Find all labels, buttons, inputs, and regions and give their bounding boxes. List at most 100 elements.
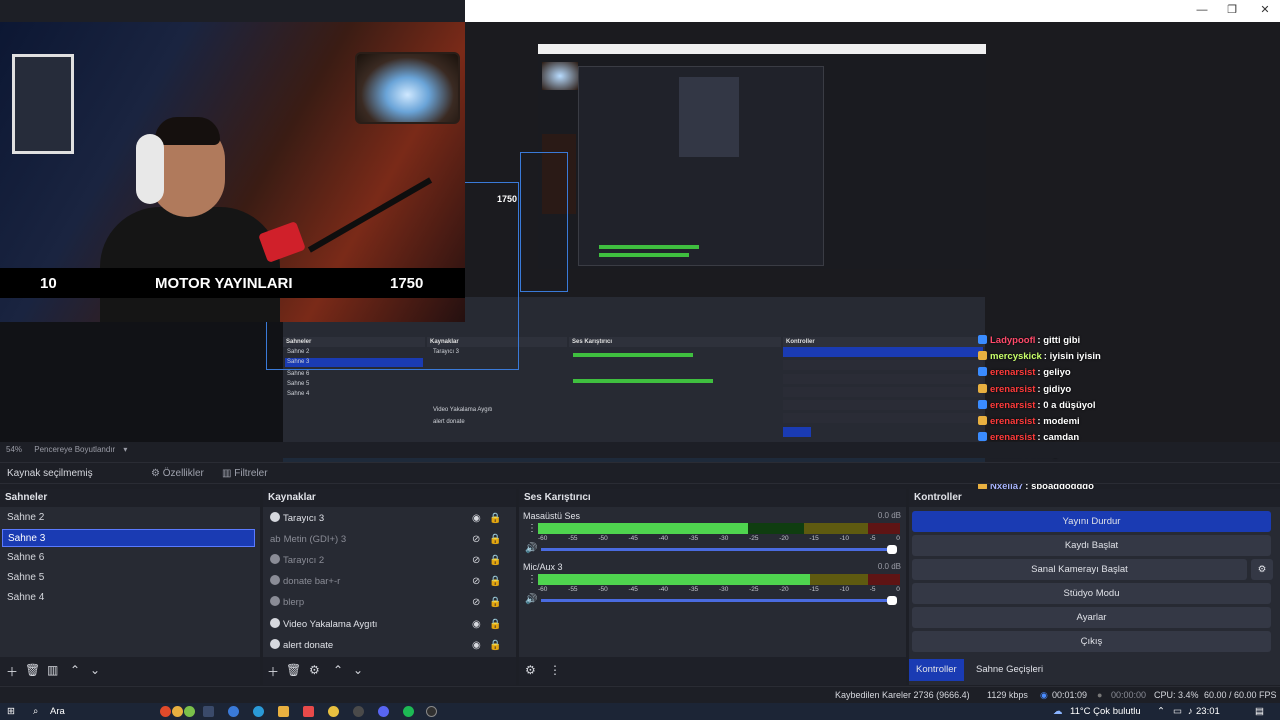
scene-item[interactable]: Sahne 4 [2, 589, 255, 607]
sources-title: Kaynaklar [263, 489, 516, 507]
arrow-down-icon[interactable]: ⌄ [353, 663, 363, 677]
slider-knob[interactable] [887, 545, 897, 554]
taskbar-search[interactable]: Ara [50, 703, 65, 720]
eye-icon[interactable]: ◉ [472, 615, 481, 635]
trash-icon[interactable]: 🗑 [25, 663, 40, 677]
tab-controls[interactable]: Kontroller [909, 659, 964, 681]
discord-icon[interactable] [378, 706, 389, 717]
scene-item[interactable]: Sahne 5 [2, 569, 255, 587]
preview-canvas[interactable]: Sahneler Kaynaklar Ses Karıştırıcı Kontr… [0, 22, 1280, 462]
search-icon[interactable]: ⌕ [33, 703, 38, 720]
tray-chevron-icon[interactable]: ⌃ [1157, 703, 1165, 720]
source-item[interactable]: donate bar+-r ⊘ 🔒 [265, 572, 513, 592]
source-item[interactable]: blerp ⊘ 🔒 [265, 593, 513, 613]
chevron-down-icon[interactable]: ▾ [123, 445, 127, 454]
channel-db: 0.0 dB [877, 511, 901, 520]
app-icon[interactable] [160, 706, 171, 717]
time: 23:01 [1196, 706, 1220, 717]
meter-tick: -5 [869, 586, 876, 593]
windows-icon[interactable]: ⊞ [7, 703, 15, 720]
browser-icon [270, 639, 280, 649]
eye-icon[interactable]: ◉ [472, 509, 481, 529]
tab-scene-transitions[interactable]: Sahne Geçişleri [969, 659, 1050, 681]
lock-icon[interactable]: 🔒 [489, 572, 501, 592]
menu-icon[interactable]: ⋮ [527, 523, 537, 534]
lock-icon[interactable]: 🔒 [489, 551, 501, 571]
filter-icon[interactable]: ▥ [47, 663, 58, 677]
gear-icon[interactable]: ⚙ [309, 663, 320, 677]
gear-icon[interactable]: ⚙ [525, 663, 536, 677]
lock-icon[interactable]: 🔒 [489, 530, 501, 550]
eye-hidden-icon[interactable]: ⊘ [472, 593, 480, 613]
scene-item[interactable]: Sahne 3 [2, 529, 255, 547]
meter-level [538, 523, 748, 534]
meter-tick: -10 [839, 535, 849, 542]
source-item[interactable]: Tarayıcı 3 ◉ 🔒 [265, 509, 513, 529]
app-icon[interactable] [172, 706, 183, 717]
speaker-icon[interactable]: 🔊 [525, 594, 537, 605]
scene-item[interactable]: Sahne 2 [2, 509, 255, 527]
task-view-icon[interactable] [203, 706, 214, 717]
edge-icon[interactable] [253, 706, 264, 717]
lock-icon[interactable]: 🔒 [489, 636, 501, 656]
properties-button[interactable]: ⚙ Özellikler [151, 466, 204, 482]
source-item[interactable]: Video Yakalama Aygıtı ◉ 🔒 [265, 615, 513, 635]
menu-icon[interactable]: ⋮ [549, 663, 561, 677]
volume-meter [538, 574, 900, 585]
chat-text: iyisin iyisin [1049, 351, 1101, 363]
filters-button[interactable]: ▥ Filtreler [222, 466, 268, 482]
network-icon[interactable]: ▭ [1173, 703, 1182, 720]
source-item[interactable]: Tarayıcı 2 ⊘ 🔒 [265, 551, 513, 571]
weather-icon: ☁ [1053, 706, 1063, 717]
record-time: 00:00:00 [1111, 690, 1147, 700]
source-item[interactable]: ab Metin (GDI+) 3 ⊘ 🔒 [265, 530, 513, 550]
spotify-icon[interactable] [403, 706, 414, 717]
close-icon[interactable]: ✕ [1258, 3, 1272, 17]
arrow-up-icon[interactable]: ⌃ [333, 663, 343, 677]
chrome-icon[interactable] [328, 706, 339, 717]
app-icon[interactable] [228, 706, 239, 717]
eye-hidden-icon[interactable]: ⊘ [472, 572, 480, 592]
obs-icon[interactable] [426, 706, 437, 717]
trash-icon[interactable]: 🗑 [286, 663, 301, 677]
volume-slider[interactable] [541, 596, 897, 605]
maximize-icon[interactable]: ❐ [1225, 3, 1239, 17]
folder-icon[interactable] [278, 706, 289, 717]
browser-icon [270, 575, 280, 585]
resize-mode[interactable]: Pencereye Boyutlandır [34, 445, 115, 454]
scene-item[interactable]: Sahne 6 [2, 549, 255, 567]
gear-icon[interactable]: ⚙ [1251, 559, 1273, 580]
eye-icon[interactable]: ◉ [472, 636, 481, 656]
settings-button[interactable]: Ayarlar [912, 607, 1271, 628]
start-record-button[interactable]: Kaydı Başlat [912, 535, 1271, 556]
volume-slider[interactable] [541, 545, 897, 554]
speaker-icon[interactable]: 🔊 [525, 543, 537, 554]
source-item[interactable]: alert donate ◉ 🔒 [265, 636, 513, 656]
eye-hidden-icon[interactable]: ⊘ [472, 530, 480, 550]
menu-icon[interactable]: ⋮ [527, 574, 537, 585]
slider-knob[interactable] [887, 596, 897, 605]
lock-icon[interactable]: 🔒 [489, 509, 501, 529]
virtual-cam-button[interactable]: Sanal Kamerayı Başlat [912, 559, 1247, 580]
add-icon[interactable]: ＋ [267, 663, 279, 680]
arrow-up-icon[interactable]: ⌃ [70, 663, 80, 677]
minimize-icon[interactable]: — [1195, 3, 1209, 17]
add-icon[interactable]: ＋ [6, 663, 18, 680]
app-icon[interactable] [184, 706, 195, 717]
volume-icon[interactable]: ♪ [1188, 703, 1193, 720]
lock-icon[interactable]: 🔒 [489, 615, 501, 635]
chat-badge-icon [978, 399, 987, 409]
record-icon: ● [1097, 690, 1103, 700]
chat-badge-icon [978, 416, 987, 425]
notification-icon[interactable]: ▤ [1255, 703, 1264, 720]
studio-mode-button[interactable]: Stüdyo Modu [912, 583, 1271, 604]
eye-hidden-icon[interactable]: ⊘ [472, 551, 480, 571]
lock-icon[interactable]: 🔒 [489, 593, 501, 613]
chat-text: gitti gibi [1043, 335, 1081, 346]
app-icon[interactable] [353, 706, 364, 717]
stop-stream-button[interactable]: Yayını Durdur [912, 511, 1271, 532]
weather-text: 11°C Çok bulutlu [1070, 706, 1141, 717]
arrow-down-icon[interactable]: ⌄ [90, 663, 100, 677]
store-icon[interactable] [303, 706, 314, 717]
exit-button[interactable]: Çıkış [912, 631, 1271, 652]
